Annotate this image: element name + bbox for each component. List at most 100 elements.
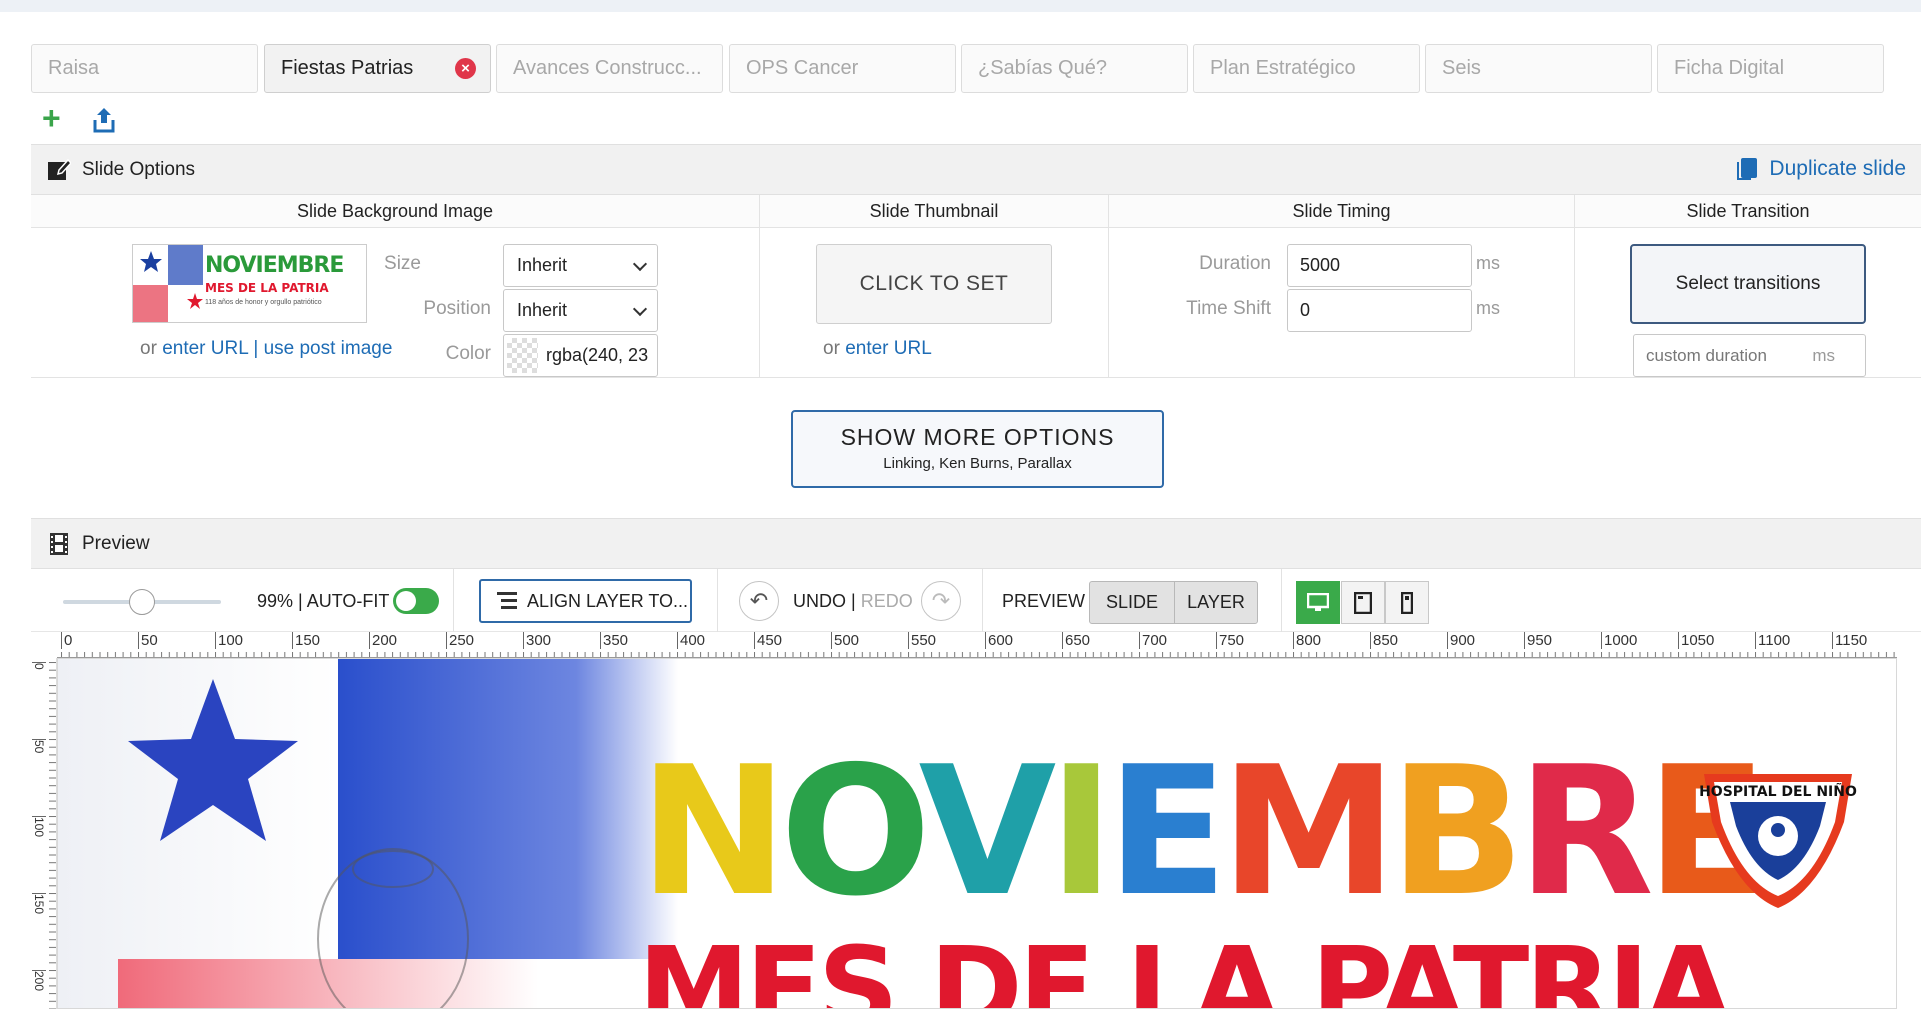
align-layer-button[interactable]: ALIGN LAYER TO... [479,579,692,623]
ruler-vertical: 0 50 100 150 200 [31,658,57,1009]
headline-letter: N [639,728,788,935]
thumbnail-subline: MES DE LA PATRIA [205,281,329,295]
tab-fiestas-patrias[interactable]: Fiestas Patrias × [264,44,491,93]
ruler-label: 0 [61,632,72,649]
redo-label[interactable]: REDO [861,591,913,611]
thumbnail-enter-url-link[interactable]: enter URL [845,338,932,359]
ruler-horizontal: 0 50 100 150 200 250 300 350 400 450 500 550 600 650 7… [57,632,1897,658]
tab-seis[interactable]: Seis [1425,44,1652,93]
thumbnail-caption: 118 años de honor y orgullo patriótico [205,299,322,306]
preview-layer-button[interactable]: LAYER [1174,581,1258,624]
tab-plan-estrategico[interactable]: Plan Estratégico [1193,44,1420,93]
ruler-label: 1100 [1755,632,1790,649]
ruler-label: 650 [1062,632,1090,649]
position-value: Inherit [517,300,568,320]
slide-options-grid: Slide Background Image Slide Thumbnail S… [31,195,1921,378]
headline-text: NOVIEMBRE [639,728,1768,935]
time-shift-label: Time Shift [1186,298,1271,319]
hospital-logo: HOSPITAL DEL NIÑO [1699,774,1857,908]
slide-headline[interactable]: NOVIEMBRE [639,743,1768,921]
undo-label[interactable]: UNDO [793,591,846,611]
duration-label: Duration [1199,253,1271,274]
size-select[interactable]: Inherit [503,244,658,287]
ruler-label: 450 [754,632,782,649]
slide-options-header: Slide Options Duplicate slide [31,144,1921,195]
ruler-label: 950 [1524,632,1552,649]
preview-slide-button[interactable]: SLIDE [1089,581,1175,624]
mobile-icon [1400,591,1414,615]
size-value: Inherit [517,255,568,275]
edit-icon [48,158,71,180]
show-more-subtitle: Linking, Ken Burns, Parallax [883,455,1072,472]
click-to-set-button[interactable]: CLICK TO SET [816,244,1052,324]
tab-avances-construccion[interactable]: Avances Construcc... [496,44,723,93]
tab-label: ¿Sabías Qué? [978,57,1107,79]
toolbar-divider [717,569,718,632]
ruler-label: 150 [292,632,320,649]
enter-url-link[interactable]: enter URL [162,338,248,359]
color-picker[interactable]: rgba(240, 23 [503,334,658,377]
duplicate-slide-button[interactable]: Duplicate slide [1737,157,1906,181]
ruler-label: 550 [908,632,936,649]
zoom-readout: 99% | AUTO-FIT [257,591,390,611]
custom-duration-unit: ms [1812,346,1835,365]
tab-label: Raisa [48,57,100,79]
preview-header: Preview [31,518,1921,569]
tab-ficha-digital[interactable]: Ficha Digital [1657,44,1884,93]
headline-letter: R [1516,728,1654,935]
toolbar-divider [453,569,454,632]
select-transitions-button[interactable]: Select transitions [1630,244,1866,324]
use-post-image-link[interactable]: use post image [264,338,393,359]
or-text: or [823,338,840,359]
show-more-options-button[interactable]: SHOW MORE OPTIONS Linking, Ken Burns, Pa… [791,410,1164,488]
ruler-label: 400 [677,632,705,649]
time-shift-unit: ms [1476,298,1500,318]
upload-icon[interactable] [92,106,116,134]
auto-fit-toggle[interactable] [393,588,439,614]
col-background-header: Slide Background Image [31,195,759,228]
headline-letter: O [779,728,927,935]
close-icon[interactable]: × [455,58,476,79]
ruler-label: 1000 [1601,632,1637,649]
ruler-label: 700 [1139,632,1167,649]
chevron-down-icon [632,256,648,272]
top-strip [0,0,1921,12]
align-label: ALIGN LAYER TO... [527,591,689,611]
duration-unit: ms [1476,253,1500,273]
position-label: Position [423,298,491,319]
ruler-label-vertical: 150 [32,893,46,915]
tab-raisa[interactable]: Raisa [31,44,258,93]
slide-subheadline[interactable]: MES DE LA PATRIA [638,929,1732,1008]
tab-sabias-que[interactable]: ¿Sabías Qué? [961,44,1188,93]
headline-letter: I [1048,728,1114,935]
mobile-view-button[interactable] [1385,581,1429,624]
ruler-label-vertical: 100 [32,816,46,838]
time-shift-input[interactable]: 0 [1287,289,1472,332]
size-label: Size [384,253,421,274]
custom-duration-input[interactable]: custom duration ms [1633,334,1866,377]
col-timing-header: Slide Timing [1109,195,1574,228]
hospital-logo-text: HOSPITAL DEL NIÑO [1699,783,1857,800]
align-icon [497,592,517,609]
toolbar-divider [1281,569,1282,632]
redo-icon[interactable]: ↷ [921,581,961,621]
thumbnail-headline: NOVIEMBRE [205,253,344,278]
background-image-thumbnail[interactable]: NOVIEMBRE MES DE LA PATRIA 118 años de h… [132,244,367,323]
add-slide-icon[interactable]: + [42,102,66,134]
desktop-icon [1306,592,1330,611]
tablet-icon [1353,591,1373,615]
tab-label: Fiestas Patrias [281,57,414,79]
position-select[interactable]: Inherit [503,289,658,332]
tab-ops-cancer[interactable]: OPS Cancer [729,44,956,93]
ruler-label: 500 [831,632,859,649]
desktop-view-button[interactable] [1296,581,1340,624]
undo-icon[interactable]: ↶ [739,581,779,621]
show-more-title: SHOW MORE OPTIONS [840,424,1115,450]
duration-input[interactable]: 5000 [1287,244,1472,287]
tablet-view-button[interactable] [1341,581,1385,624]
zoom-slider-handle[interactable] [129,589,155,615]
preview-title: Preview [82,533,150,554]
or-text: or [140,338,157,359]
slide-canvas[interactable]: NOVIEMBRE MES DE LA PATRIA HOSPITAL DEL … [57,658,1897,1009]
ruler-label-vertical: 200 [32,970,46,992]
